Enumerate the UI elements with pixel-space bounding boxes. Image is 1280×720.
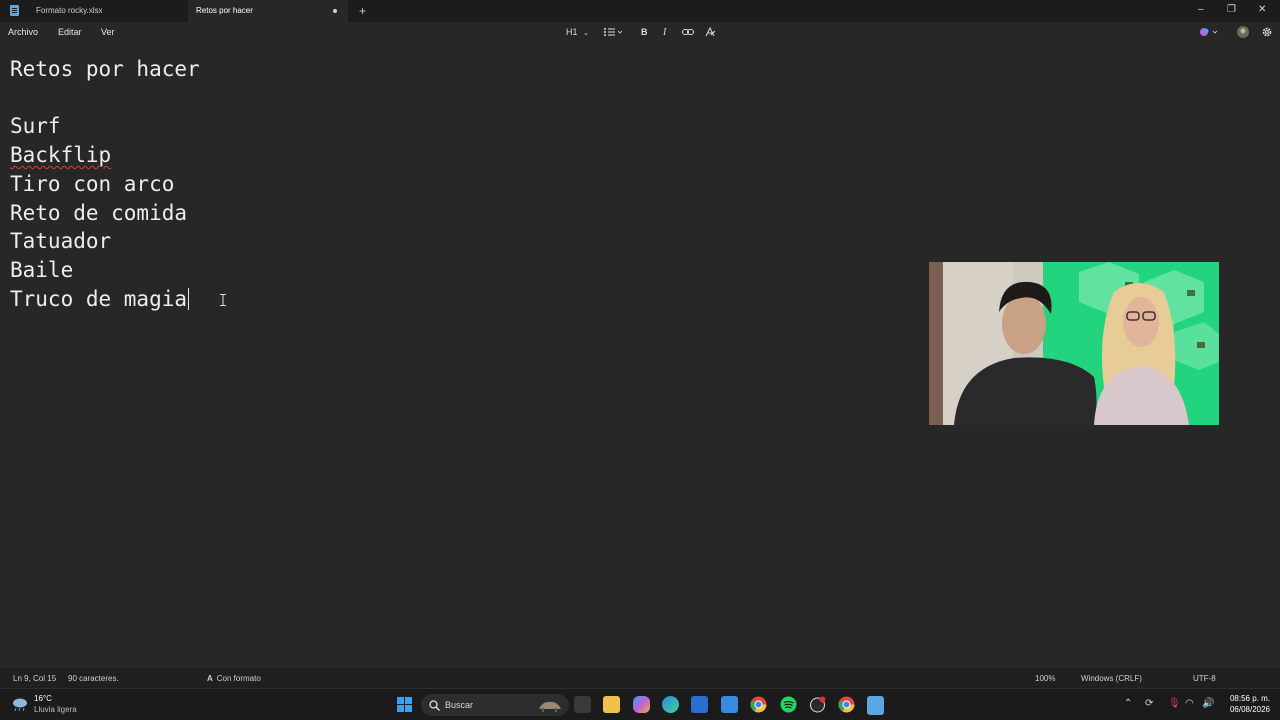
clock-time[interactable]: 08:56 p. m.: [1222, 694, 1270, 703]
document-line: Tiro con arco: [10, 172, 175, 196]
format-icon: A: [207, 674, 213, 683]
menu-editar[interactable]: Editar: [58, 27, 82, 37]
taskbar-search[interactable]: Buscar: [421, 694, 569, 716]
chrome-profile-icon[interactable]: [838, 696, 855, 713]
spotify-icon[interactable]: [780, 696, 797, 713]
unsaved-indicator-icon[interactable]: [333, 9, 337, 13]
document-line: Reto de comida: [10, 201, 188, 225]
notepad-taskbar-icon[interactable]: [867, 696, 884, 715]
minimize-button[interactable]: –: [1198, 3, 1204, 17]
restore-button[interactable]: ❐: [1227, 3, 1236, 17]
avatar-icon: [1237, 26, 1249, 38]
gear-icon: [1262, 27, 1272, 37]
ibeam-cursor-icon: [220, 294, 226, 306]
windows-start-icon[interactable]: [396, 696, 413, 713]
tab-retos-por-hacer[interactable]: Retos por hacer: [188, 0, 348, 22]
search-placeholder: Buscar: [445, 700, 474, 710]
copilot-icon: [1200, 28, 1218, 36]
title-bar: Formato rocky.xlsx Retos por hacer + – ❐…: [0, 0, 1280, 22]
document-line: Baile: [10, 258, 74, 282]
task-view-icon[interactable]: [574, 696, 591, 713]
microphone-icon[interactable]: 🎙: [1168, 698, 1181, 710]
search-highlight-icon: [539, 701, 561, 712]
character-count: 90 caracteres.: [68, 674, 119, 683]
link-button[interactable]: [682, 26, 694, 38]
copilot-button[interactable]: [1199, 26, 1219, 38]
wifi-icon[interactable]: ◠: [1185, 698, 1194, 710]
webcam-video-image: [929, 262, 1219, 425]
edge-icon[interactable]: [662, 696, 679, 713]
clear-formatting-icon: [705, 26, 716, 37]
search-icon: [429, 700, 440, 711]
close-button[interactable]: ✕: [1258, 3, 1266, 17]
italic-button[interactable]: I: [663, 26, 666, 39]
taskbar: 16°C Lluvia ligera Buscar ⌃ ⟳ 🎙 ◠ 🔊 08:5…: [0, 688, 1280, 720]
rain-cloud-icon[interactable]: [12, 697, 28, 711]
sync-icon[interactable]: ⟳: [1145, 698, 1153, 710]
weather-temperature[interactable]: 16°C: [34, 694, 52, 703]
encoding[interactable]: UTF-8: [1193, 674, 1216, 683]
clock-date[interactable]: 06/08/2026: [1222, 705, 1270, 714]
zoom-level[interactable]: 100%: [1035, 674, 1055, 683]
document-line: Tatuador: [10, 229, 112, 253]
tab-label: Formato rocky.xlsx: [36, 6, 103, 15]
tab-formato-rocky[interactable]: Formato rocky.xlsx: [28, 0, 188, 22]
menu-ver[interactable]: Ver: [101, 27, 115, 37]
line-ending[interactable]: Windows (CRLF): [1081, 674, 1142, 683]
current-line-text: Truco de magia: [10, 287, 188, 311]
document-line-misspelled: Backflip: [10, 143, 112, 167]
store-icon[interactable]: [691, 696, 708, 713]
status-bar: Ln 9, Col 15 90 caracteres. A Con formato…: [0, 668, 1280, 688]
copilot-taskbar-icon[interactable]: [633, 696, 650, 713]
weather-description[interactable]: Lluvia ligera: [34, 705, 77, 714]
format-toggle[interactable]: A Con formato: [207, 674, 261, 683]
file-explorer-icon[interactable]: [603, 696, 620, 713]
settings-button[interactable]: [1261, 26, 1273, 38]
tray-overflow-icon[interactable]: ⌃: [1124, 698, 1132, 710]
document-line: Surf: [10, 114, 61, 138]
list-dropdown[interactable]: [603, 26, 623, 38]
heading-dropdown[interactable]: H1 ⌄: [566, 26, 589, 40]
list-icon: [604, 28, 623, 36]
tab-label: Retos por hacer: [196, 6, 253, 15]
heading-label: H1: [566, 27, 578, 37]
document-line-current: Truco de magia: [10, 286, 190, 312]
new-tab-button[interactable]: +: [359, 3, 366, 19]
link-icon: [682, 29, 694, 35]
app-notification-icon[interactable]: [809, 696, 826, 713]
volume-icon[interactable]: 🔊: [1202, 698, 1214, 710]
menu-bar: Archivo Editar Ver H1 ⌄ B I: [0, 22, 1280, 44]
chrome-icon[interactable]: [750, 696, 767, 713]
webcam-overlay: [929, 262, 1219, 425]
clear-formatting-button[interactable]: [704, 26, 716, 38]
remote-desktop-icon[interactable]: [721, 696, 738, 713]
notepad-icon: [10, 5, 19, 16]
format-label: Con formato: [216, 674, 261, 683]
chevron-down-icon: ⌄: [583, 30, 589, 37]
text-caret: [188, 288, 190, 310]
bold-button[interactable]: B: [641, 26, 648, 39]
document-line-title: Retos por hacer: [10, 57, 200, 81]
account-avatar[interactable]: [1237, 26, 1249, 38]
cursor-position: Ln 9, Col 15: [13, 674, 57, 683]
menu-archivo[interactable]: Archivo: [8, 27, 38, 37]
